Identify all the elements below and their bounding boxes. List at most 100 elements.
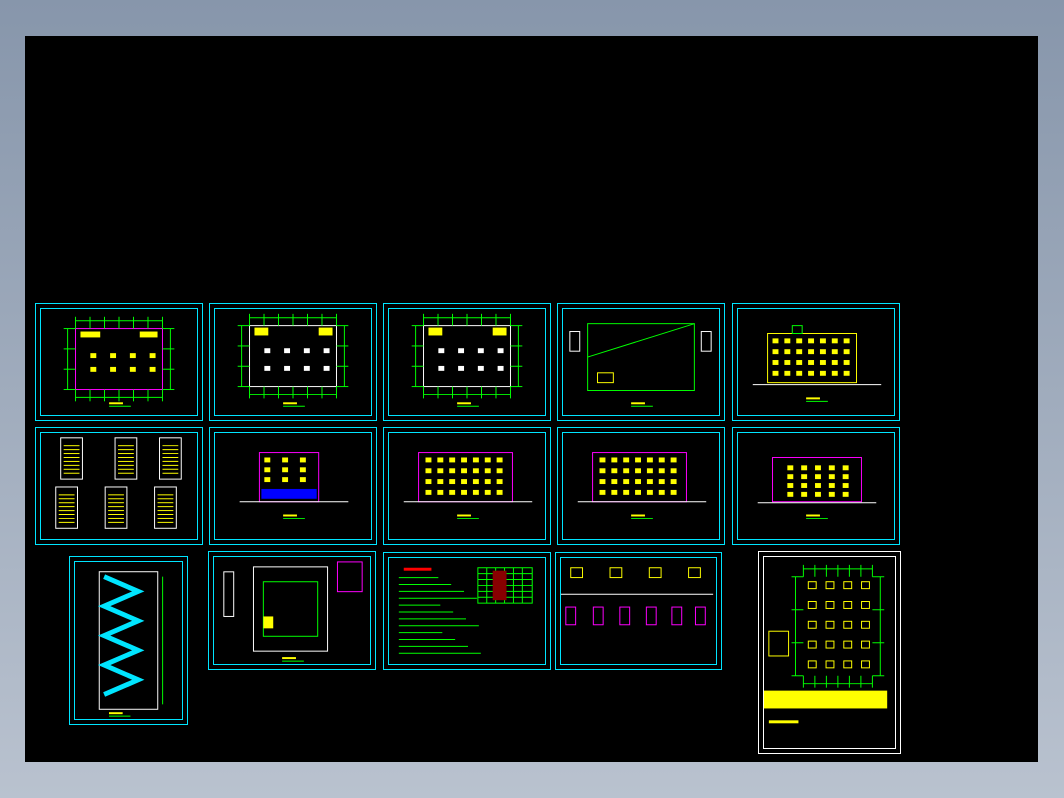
window xyxy=(784,360,791,365)
window xyxy=(282,477,289,483)
drawing-sheet-plan[interactable] xyxy=(209,303,377,421)
window xyxy=(496,457,503,463)
column-footing xyxy=(807,640,817,649)
window xyxy=(449,457,456,463)
window xyxy=(299,467,306,473)
drawing-sheet-notes[interactable] xyxy=(383,552,551,670)
window xyxy=(284,365,291,371)
column-footing xyxy=(825,660,835,669)
window xyxy=(831,360,838,365)
drawing-sheet-structure[interactable] xyxy=(758,551,901,754)
window xyxy=(843,349,850,355)
door-elevation xyxy=(592,606,604,626)
column-footing xyxy=(861,640,870,649)
window xyxy=(497,348,504,354)
window xyxy=(646,457,653,463)
sheet-drawing xyxy=(763,564,888,724)
drawing-sheet-plan-roof[interactable] xyxy=(557,303,725,421)
window xyxy=(611,479,618,485)
detail xyxy=(336,561,363,593)
window xyxy=(496,468,503,474)
window xyxy=(264,467,271,473)
window xyxy=(635,479,641,485)
drawing-sheet-plan-first[interactable] xyxy=(35,303,203,421)
window xyxy=(815,483,821,488)
stair xyxy=(492,327,507,336)
window xyxy=(787,465,794,471)
stair-flights xyxy=(97,574,145,697)
window xyxy=(635,489,641,495)
roof-outline xyxy=(587,323,695,391)
stair xyxy=(318,327,333,336)
window xyxy=(611,457,618,463)
window xyxy=(264,365,271,371)
stair xyxy=(139,331,158,338)
window xyxy=(808,370,815,376)
drawing-sheet-site-plan[interactable] xyxy=(208,551,376,670)
stair-shaft xyxy=(98,571,159,710)
drawing-sheet-elevation-side[interactable] xyxy=(732,303,900,421)
column-footing xyxy=(843,640,853,649)
sheet-drawing xyxy=(223,561,363,662)
window xyxy=(623,457,630,463)
window xyxy=(635,468,641,474)
window xyxy=(772,349,779,355)
window xyxy=(496,489,503,495)
drawing-sheet-stair-details[interactable] xyxy=(35,427,203,545)
table-values xyxy=(492,570,507,601)
drawing-sheet-elevation-back[interactable] xyxy=(732,427,900,545)
drawing-sheet-elevation-front[interactable] xyxy=(557,427,725,545)
window-elevation xyxy=(570,567,584,579)
drawing-sheet-elevation-base[interactable] xyxy=(209,427,377,545)
window xyxy=(787,491,794,497)
window xyxy=(110,366,117,372)
window xyxy=(623,479,630,485)
window xyxy=(484,457,491,463)
window xyxy=(623,468,630,474)
column-footing xyxy=(861,660,870,669)
drawing-sheet-plan[interactable] xyxy=(383,303,551,421)
window xyxy=(808,360,815,365)
window xyxy=(472,457,479,463)
window xyxy=(611,489,618,495)
window xyxy=(599,457,606,463)
window xyxy=(819,370,826,376)
sheet-drawing xyxy=(577,452,707,519)
window xyxy=(458,348,465,354)
column-footing xyxy=(807,601,817,609)
window-elevation xyxy=(648,567,662,579)
window xyxy=(646,489,653,495)
window xyxy=(477,365,484,371)
window xyxy=(461,457,467,463)
column-footing xyxy=(843,581,853,590)
column-footing xyxy=(807,660,817,669)
drawing-title xyxy=(806,514,820,517)
window xyxy=(611,468,618,474)
sheet-drawing xyxy=(63,316,175,407)
window xyxy=(449,479,456,485)
drawing-sheet-elevation-front[interactable] xyxy=(383,427,551,545)
note xyxy=(768,720,799,724)
sheet-drawing xyxy=(560,567,714,626)
drawing-sheet-door-window[interactable] xyxy=(555,552,722,670)
door-elevation xyxy=(694,606,706,626)
cad-model-space[interactable] xyxy=(25,36,1038,762)
notes-title xyxy=(403,567,432,571)
window xyxy=(815,474,821,480)
window xyxy=(282,467,289,473)
sheet-drawing xyxy=(403,452,533,519)
window xyxy=(801,465,808,471)
window xyxy=(110,353,117,359)
window xyxy=(831,370,838,376)
window xyxy=(842,465,849,471)
drawing-sheet-stair-section[interactable] xyxy=(69,556,188,725)
column-footing xyxy=(825,601,835,609)
drawing-title xyxy=(109,712,123,715)
window-elevation xyxy=(609,567,623,579)
window xyxy=(828,465,835,471)
window xyxy=(264,457,271,463)
window xyxy=(801,491,808,497)
window xyxy=(437,479,444,485)
window xyxy=(808,349,815,355)
sheet-drawing xyxy=(411,313,523,407)
